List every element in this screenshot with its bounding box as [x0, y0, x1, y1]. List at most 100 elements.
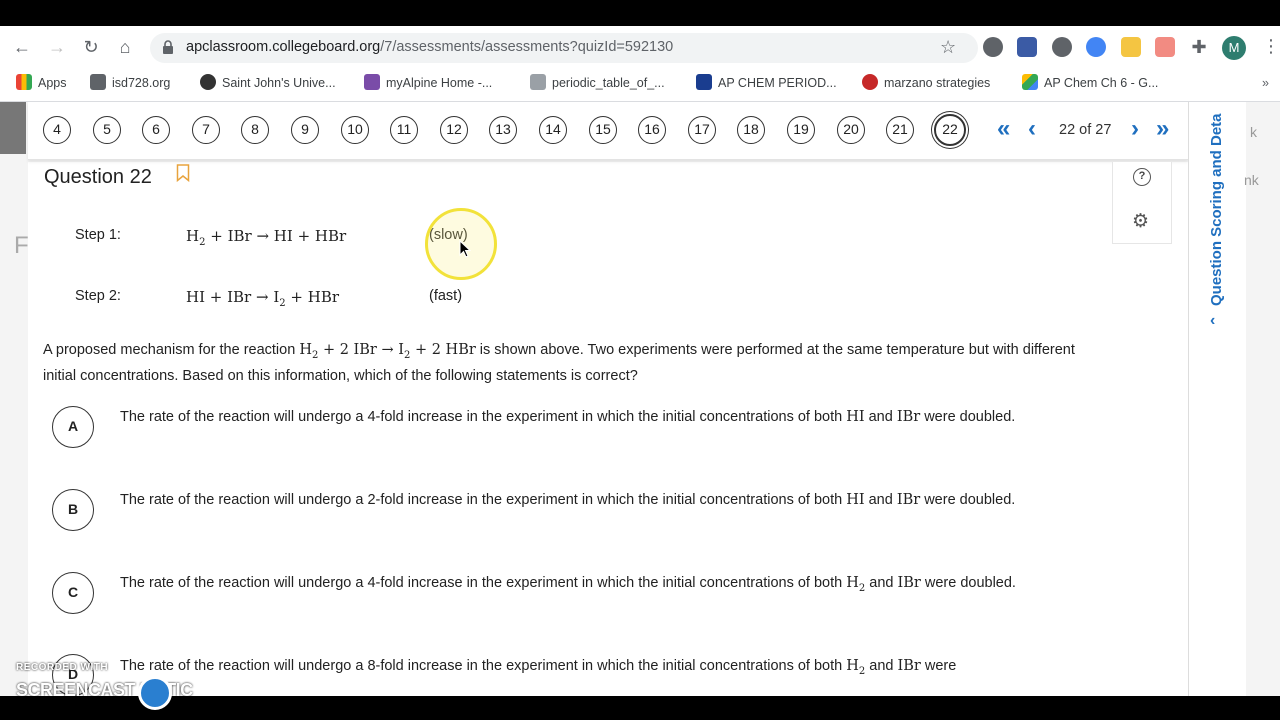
question-nav-14[interactable]: 14 — [539, 116, 567, 144]
species: HI — [846, 492, 865, 508]
folder-icon — [90, 74, 106, 90]
globe-icon — [200, 74, 216, 90]
browser-menu-icon[interactable]: ⋮ — [1262, 36, 1280, 57]
question-nav-15[interactable]: 15 — [589, 116, 617, 144]
option-text: were doubled. — [920, 492, 1016, 508]
alpine-icon — [364, 74, 380, 90]
question-nav-17[interactable]: 17 — [688, 116, 716, 144]
question-nav-16[interactable]: 16 — [638, 116, 666, 144]
bookmark-label: myAlpine Home -... — [386, 76, 493, 90]
option-b-text[interactable]: The rate of the reaction will undergo a … — [120, 490, 1020, 510]
previous-question-icon[interactable]: ‹ — [1028, 117, 1036, 141]
question-nav-7[interactable]: 7 — [192, 116, 220, 144]
bookmark-label: isd728.org — [112, 76, 171, 90]
bookmark-apps[interactable]: Apps — [16, 74, 67, 92]
reload-icon[interactable]: ↻ — [81, 37, 101, 57]
gear-icon[interactable]: ⚙ — [1132, 210, 1149, 233]
left-tab — [0, 102, 26, 154]
extension-check-icon[interactable] — [1052, 37, 1072, 57]
drive-icon — [1022, 74, 1038, 90]
question-nav-10[interactable]: 10 — [341, 116, 369, 144]
step-2-rate: (fast) — [429, 288, 463, 304]
more-bookmarks-icon[interactable]: » — [1262, 74, 1269, 92]
extensions-puzzle-icon[interactable]: ✚ — [1189, 37, 1209, 57]
forward-icon[interactable]: → — [47, 37, 67, 57]
question-stem: A proposed mechanism for the reaction H2… — [43, 340, 1103, 386]
watermark-recorded: RECORDED WITH — [16, 662, 109, 673]
partial-text: k — [1250, 124, 1257, 140]
question-nav-18[interactable]: 18 — [737, 116, 765, 144]
url-path: /7/assessments/assessments?quizId=592130 — [380, 39, 674, 55]
question-nav-6[interactable]: 6 — [142, 116, 170, 144]
mouse-cursor-icon — [459, 240, 471, 258]
extension-shield-icon[interactable] — [983, 37, 1003, 57]
chevron-left-icon[interactable]: ‹ — [1210, 312, 1215, 330]
help-icon[interactable]: ? — [1133, 168, 1151, 186]
question-nav-22[interactable]: 22 — [934, 114, 966, 146]
step-1-equation: H2 + IBr → HI + HBr — [186, 227, 347, 248]
species: H2 — [846, 658, 866, 677]
first-question-icon[interactable]: « — [997, 117, 1010, 141]
option-text: The rate of the reaction will undergo a … — [120, 409, 847, 425]
bookmark-label: periodic_table_of_... — [552, 76, 665, 90]
bookmark-ap-chem-period[interactable]: AP CHEM PERIOD... — [696, 74, 837, 92]
step-1-label: Step 1: — [75, 227, 121, 243]
option-text: and — [865, 575, 898, 591]
stem-text-before: A proposed mechanism for the reaction — [43, 342, 300, 358]
question-nav-11[interactable]: 11 — [390, 116, 418, 144]
next-question-icon[interactable]: › — [1131, 117, 1139, 141]
species: IBr — [896, 409, 921, 425]
extension-screencast-icon[interactable] — [1017, 37, 1037, 57]
bookmark-icon[interactable] — [176, 164, 190, 182]
extension-thumb-icon[interactable] — [1121, 37, 1141, 57]
grid-icon — [696, 74, 712, 90]
home-icon[interactable]: ⌂ — [115, 37, 135, 57]
question-nav-5[interactable]: 5 — [93, 116, 121, 144]
question-nav-20[interactable]: 20 — [837, 116, 865, 144]
question-nav-21[interactable]: 21 — [886, 116, 914, 144]
option-c-text[interactable]: The rate of the reaction will undergo a … — [120, 573, 1020, 599]
url-host: apclassroom.collegeboard.org — [186, 39, 381, 55]
option-b-button[interactable]: B — [52, 489, 94, 531]
bookmark-label: AP CHEM PERIOD... — [718, 76, 837, 90]
question-nav-8[interactable]: 8 — [241, 116, 269, 144]
question-nav-4[interactable]: 4 — [43, 116, 71, 144]
question-nav-19[interactable]: 19 — [787, 116, 815, 144]
overall-reaction: H2 + 2 IBr → I2 + 2 HBr — [299, 342, 476, 361]
bookmark-ap-chem-ch6[interactable]: AP Chem Ch 6 - G... — [1022, 74, 1158, 92]
bookmark-myalpine[interactable]: myAlpine Home -... — [364, 74, 492, 92]
option-text: were doubled. — [920, 409, 1016, 425]
bookmark-saint-johns[interactable]: Saint John's Unive... — [200, 74, 336, 92]
bookmark-isd728[interactable]: isd728.org — [90, 74, 170, 92]
question-nav-13[interactable]: 13 — [489, 116, 517, 144]
species: H2 — [846, 575, 866, 594]
left-partial-text: F — [14, 232, 29, 259]
question-nav-12[interactable]: 12 — [440, 116, 468, 144]
lock-icon — [163, 40, 173, 54]
option-text: and — [864, 492, 897, 508]
extension-arrow-icon[interactable] — [1155, 37, 1175, 57]
option-a-text[interactable]: The rate of the reaction will undergo a … — [120, 407, 1020, 427]
step-2-equation: HI + IBr → I2 + HBr — [186, 288, 340, 309]
profile-avatar[interactable]: M — [1222, 36, 1246, 60]
partial-text: nk — [1244, 172, 1259, 188]
extension-google-icon[interactable] — [1086, 37, 1106, 57]
question-nav-9[interactable]: 9 — [291, 116, 319, 144]
page-content: F Question Scoring and Deta ‹ k nk « ‹ 2… — [0, 102, 1280, 696]
option-a-button[interactable]: A — [52, 406, 94, 448]
bookmark-periodic-table[interactable]: periodic_table_of_... — [530, 74, 665, 92]
bookmark-label: marzano strategies — [884, 76, 991, 90]
url-text: apclassroom.collegeboard.org/7/assessmen… — [186, 39, 673, 55]
screencast-logo-icon — [138, 676, 172, 710]
background-page-edge — [1246, 102, 1280, 696]
scoring-sidebar-label[interactable]: Question Scoring and Deta — [1203, 102, 1231, 307]
sidebar-label-text: Question Scoring and Deta — [1208, 113, 1225, 306]
last-question-icon[interactable]: » — [1156, 117, 1169, 141]
bookmark-marzano[interactable]: marzano strategies — [862, 74, 990, 92]
option-c-button[interactable]: C — [52, 572, 94, 614]
bookmark-star-icon[interactable]: ☆ — [940, 37, 956, 58]
apps-grid-icon — [16, 74, 32, 90]
back-icon[interactable]: ← — [12, 37, 32, 57]
option-text: The rate of the reaction will undergo a … — [120, 658, 847, 674]
option-d-text[interactable]: The rate of the reaction will undergo a … — [120, 656, 1020, 682]
